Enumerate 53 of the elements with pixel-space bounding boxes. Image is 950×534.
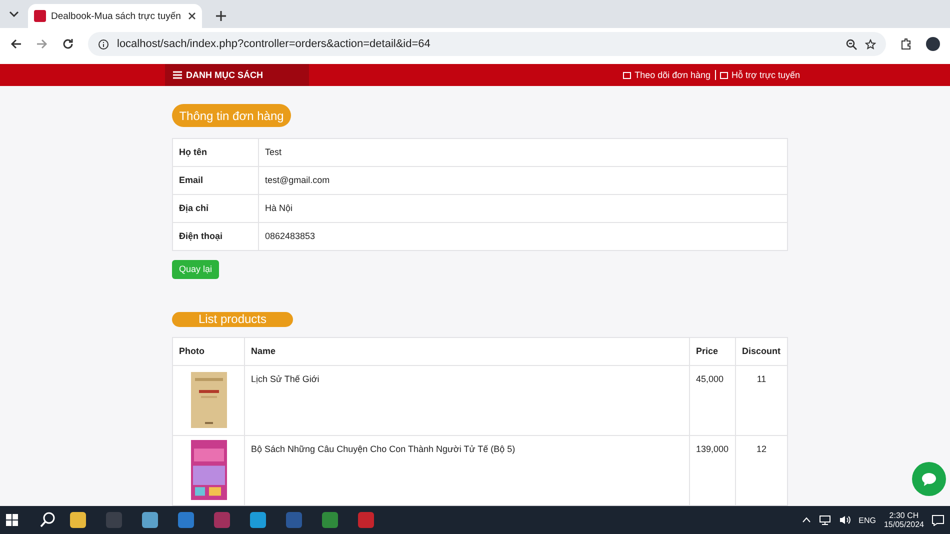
app-icon[interactable] — [142, 512, 158, 528]
extensions-icon[interactable] — [900, 38, 912, 50]
language-indicator[interactable]: ENG — [858, 516, 876, 524]
field-value: 0862483853 — [258, 222, 788, 250]
address-field[interactable]: localhost/sach/index.php?controller=orders&action=detail&id=64 — [88, 32, 886, 56]
zoom-icon[interactable] — [846, 38, 857, 50]
start-icon[interactable] — [6, 514, 18, 526]
site-icon — [34, 10, 46, 22]
close-icon[interactable] — [188, 12, 196, 20]
field-value: Test — [258, 138, 788, 166]
profile-icon[interactable] — [926, 37, 940, 51]
app-icon[interactable] — [322, 512, 338, 528]
clock-date[interactable]: 15/05/2024 — [884, 520, 924, 529]
menu-icon — [173, 71, 182, 79]
network-icon[interactable] — [818, 515, 831, 525]
nav-link[interactable]: Hỗ trợ trực tuyến — [732, 70, 800, 80]
column-header: Name — [244, 337, 690, 366]
table-cell: Bộ Sách Những Câu Chuyện Cho Con Thành Người Tử Tế (Bộ 5) — [244, 435, 690, 506]
field-label: Điện thoại — [172, 222, 258, 250]
section-title: List products — [172, 312, 293, 327]
forward-icon[interactable] — [36, 38, 48, 50]
tab-title: Dealbook-Mua sách trực tuyến — [51, 10, 182, 22]
clock-time[interactable]: 2:30 CH — [889, 511, 919, 520]
field-label: Email — [172, 166, 258, 194]
field-value: Hà Nội — [258, 194, 788, 222]
back-icon[interactable] — [10, 38, 22, 50]
browser-tab[interactable]: Dealbook-Mua sách trực tuyến — [28, 4, 202, 28]
table-cell: 11 — [736, 365, 788, 436]
chat-button[interactable] — [912, 462, 946, 496]
table-cell: 12 — [736, 435, 788, 506]
column-header: Photo — [172, 337, 244, 366]
speaker-icon[interactable] — [838, 515, 851, 525]
section-title: Thông tin đơn hàng — [172, 104, 291, 128]
search-icon[interactable] — [40, 512, 56, 528]
table-cell: 45,000 — [690, 365, 736, 436]
field-value: test@gmail.com — [258, 166, 788, 194]
notification-icon[interactable] — [932, 514, 944, 526]
field-label: Họ tên — [172, 138, 258, 166]
app-icon[interactable] — [70, 512, 86, 528]
new-tab-icon[interactable] — [216, 11, 226, 21]
app-icon[interactable] — [178, 512, 194, 528]
column-header: Discount — [736, 337, 788, 366]
column-header: Price — [690, 337, 736, 366]
app-icon[interactable] — [250, 512, 266, 528]
star-icon[interactable] — [865, 38, 876, 50]
category-menu-button[interactable]: DANH MỤC SÁCH — [165, 64, 309, 86]
nav-link[interactable]: Theo dõi đơn hàng — [634, 70, 711, 80]
reload-icon[interactable] — [62, 38, 74, 50]
field-label: Địa chỉ — [172, 194, 258, 222]
chevron-up-icon[interactable] — [802, 517, 811, 523]
info-icon[interactable] — [98, 38, 109, 50]
table-cell: 139,000 — [690, 435, 736, 506]
table-cell: Lịch Sử Thế Giới — [244, 365, 690, 436]
